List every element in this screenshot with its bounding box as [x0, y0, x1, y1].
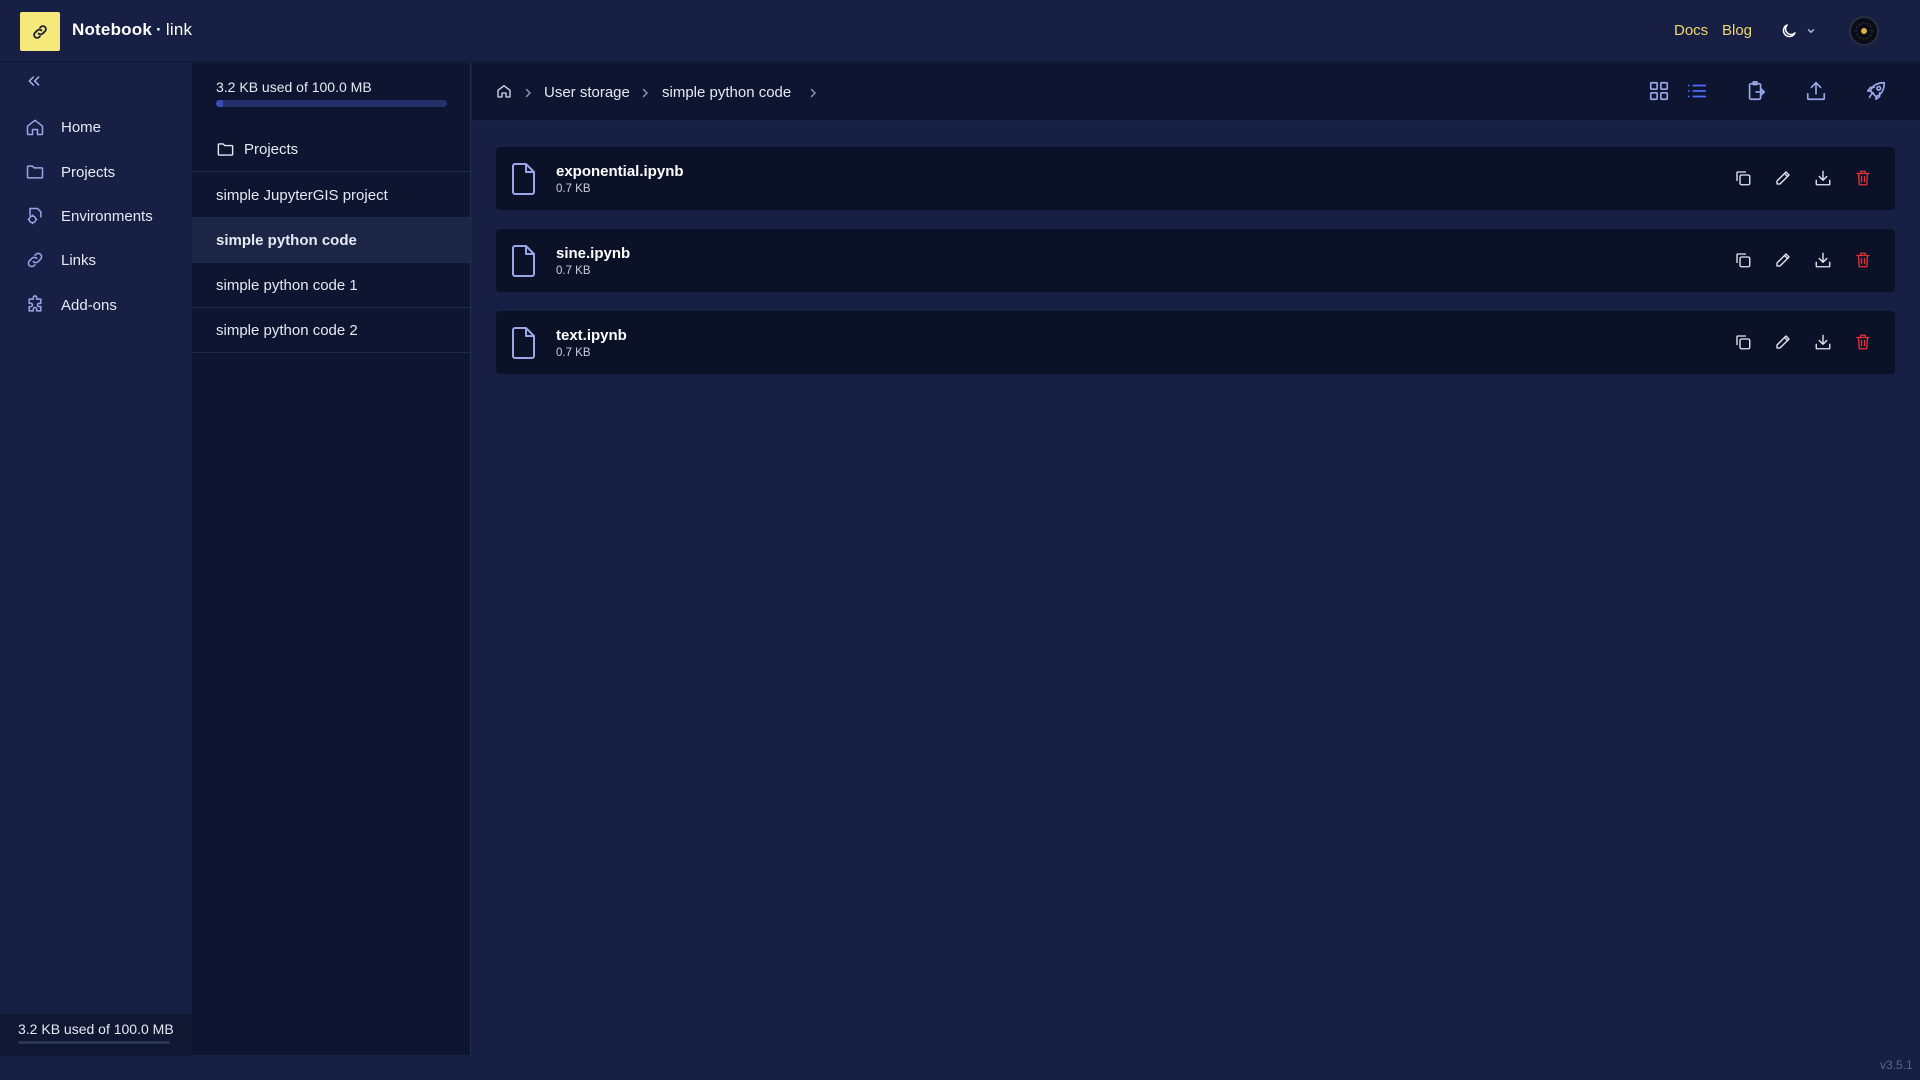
clipboard-export-icon[interactable] — [1745, 80, 1767, 102]
avatar-icon — [1855, 22, 1873, 40]
file-name[interactable]: exponential.ipynb — [556, 163, 684, 180]
sidebar-item-add-ons[interactable]: Add-ons — [0, 287, 192, 323]
download-icon[interactable] — [1814, 169, 1832, 187]
bottom-strip — [0, 1056, 1920, 1080]
version-label: v3.5.1 — [1880, 1058, 1913, 1072]
collapse-sidebar-button[interactable] — [26, 73, 42, 89]
file-name[interactable]: sine.ipynb — [556, 245, 630, 262]
duplicate-icon[interactable] — [1734, 251, 1752, 269]
chevron-right-icon — [525, 88, 532, 98]
storage-usage-bar — [216, 100, 447, 107]
project-item-label: simple python code — [216, 231, 357, 249]
file-card-text[interactable]: text.ipynb 0.7 KB — [496, 311, 1895, 374]
brand-separator: · — [155, 20, 162, 39]
project-item-label: simple python code 2 — [216, 321, 358, 339]
blog-link[interactable]: Blog — [1722, 22, 1752, 39]
edit-icon[interactable] — [1774, 251, 1792, 269]
chevron-right-icon — [642, 88, 649, 98]
delete-icon[interactable] — [1854, 333, 1872, 351]
duplicate-icon[interactable] — [1734, 169, 1752, 187]
grid-view-icon[interactable] — [1648, 80, 1670, 102]
upload-icon[interactable] — [1805, 80, 1827, 102]
project-item-label: simple JupyterGIS project — [216, 186, 388, 204]
project-item[interactable]: simple JupyterGIS project — [192, 173, 470, 218]
brand-name: Notebook — [72, 20, 152, 39]
environments-icon — [27, 207, 42, 225]
link-icon — [27, 252, 43, 268]
sidebar-item-projects[interactable]: Projects — [0, 154, 192, 190]
user-avatar[interactable] — [1849, 16, 1879, 46]
file-icon — [512, 327, 535, 359]
projects-panel: 3.2 KB used of 100.0 MB Projects simple … — [192, 63, 471, 1055]
edit-icon[interactable] — [1774, 169, 1792, 187]
sidebar-item-label: Home — [61, 118, 102, 136]
delete-icon[interactable] — [1854, 251, 1872, 269]
sidebar-storage-usage: 3.2 KB used of 100.0 MB — [0, 1014, 192, 1056]
docs-link[interactable]: Docs — [1674, 22, 1708, 39]
duplicate-icon[interactable] — [1734, 333, 1752, 351]
sidebar-item-environments[interactable]: Environments — [0, 198, 192, 234]
sidebar-storage-bar — [18, 1041, 170, 1044]
project-item[interactable]: simple python code 2 — [192, 308, 470, 353]
breadcrumb-user-storage[interactable]: User storage — [544, 84, 630, 101]
file-card-sine[interactable]: sine.ipynb 0.7 KB — [496, 229, 1895, 292]
file-size: 0.7 KB — [556, 265, 591, 277]
sidebar-item-label: Links — [61, 251, 97, 269]
rocket-icon[interactable] — [1865, 80, 1887, 102]
chevron-right-icon — [810, 88, 817, 98]
breadcrumb-current-project[interactable]: simple python code — [662, 84, 791, 101]
sidebar-item-links[interactable]: Links — [0, 242, 192, 278]
moon-icon — [1782, 24, 1796, 38]
project-item[interactable]: simple python code 1 — [192, 263, 470, 308]
storage-usage-text: 3.2 KB used of 100.0 MB — [216, 79, 372, 95]
link-icon — [33, 24, 47, 39]
download-icon[interactable] — [1814, 251, 1832, 269]
download-icon[interactable] — [1814, 333, 1832, 351]
main-toolbar: User storage simple python code — [472, 63, 1920, 121]
projects-header-label: Projects — [244, 140, 299, 158]
file-icon — [512, 245, 535, 277]
left-sidebar: Home Projects Environments Links Add-ons — [0, 63, 192, 1055]
delete-icon[interactable] — [1854, 169, 1872, 187]
logo[interactable] — [20, 12, 60, 51]
file-size: 0.7 KB — [556, 347, 591, 359]
brand-suffix: link — [165, 20, 193, 39]
projects-header[interactable]: Projects — [192, 127, 470, 172]
edit-icon[interactable] — [1774, 333, 1792, 351]
chevrons-left-icon — [28, 76, 40, 86]
project-item-active[interactable]: simple python code — [192, 218, 470, 263]
folder-icon — [217, 142, 234, 156]
file-icon — [512, 163, 535, 195]
top-header: Notebook · link Docs Blog — [0, 0, 1920, 62]
sidebar-item-label: Projects — [61, 163, 116, 181]
theme-toggle[interactable] — [1780, 20, 1816, 42]
list-view-icon[interactable] — [1686, 80, 1708, 102]
home-icon — [26, 119, 44, 136]
sidebar-item-label: Add-ons — [61, 296, 117, 314]
folder-icon — [26, 165, 44, 179]
puzzle-icon — [28, 295, 42, 312]
home-icon[interactable] — [496, 83, 512, 99]
chevron-down-icon — [1807, 29, 1815, 34]
project-item-label: simple python code 1 — [216, 276, 358, 294]
sidebar-item-home[interactable]: Home — [0, 109, 192, 145]
file-card-exponential[interactable]: exponential.ipynb 0.7 KB — [496, 147, 1895, 210]
file-name[interactable]: text.ipynb — [556, 327, 627, 344]
app-title[interactable]: Notebook · link — [72, 20, 192, 40]
file-size: 0.7 KB — [556, 183, 591, 195]
storage-usage-fill — [216, 100, 224, 107]
sidebar-item-label: Environments — [61, 207, 153, 225]
sidebar-storage-text: 3.2 KB used of 100.0 MB — [18, 1021, 174, 1037]
